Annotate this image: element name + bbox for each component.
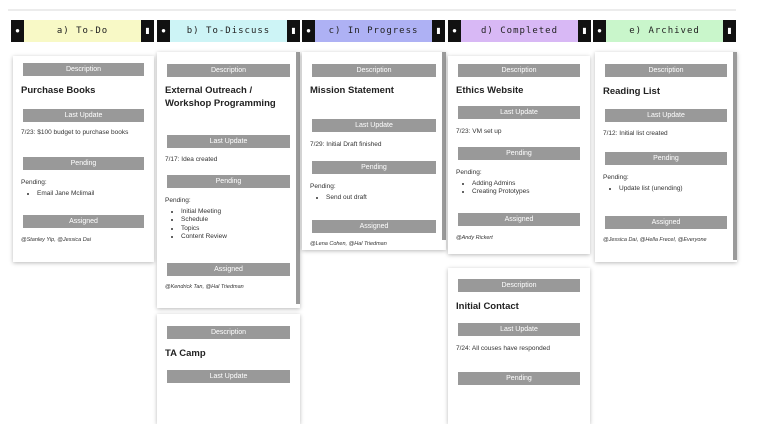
column-title: a) To-Do <box>24 20 141 42</box>
column-header-to-discuss: ● b) To-Discuss ▮ <box>157 20 300 42</box>
pending-section: Pending: Adding Admins Creating Prototyp… <box>456 169 578 197</box>
trash-icon[interactable]: ▮ <box>287 20 300 42</box>
trash-icon[interactable]: ▮ <box>578 20 591 42</box>
pending-item: Email Jane Mclimail <box>37 190 142 199</box>
description-bar: Description <box>458 64 580 77</box>
pin-icon[interactable]: ● <box>593 20 606 42</box>
card-external-outreach[interactable]: Description External Outreach / Workshop… <box>157 52 300 308</box>
assigned-bar: Assigned <box>458 213 580 226</box>
column-title: d) Completed <box>461 20 578 42</box>
pending-list: Update list (unending) <box>603 185 725 194</box>
pending-list: Email Jane Mclimail <box>21 190 142 199</box>
card-scrollbar[interactable] <box>296 52 300 304</box>
pending-bar: Pending <box>312 161 436 174</box>
pending-intro: Pending: <box>165 197 191 204</box>
description-bar: Description <box>458 279 580 292</box>
last-update-bar: Last Update <box>167 370 290 383</box>
assigned-bar: Assigned <box>605 216 727 229</box>
column-header-completed: ● d) Completed ▮ <box>448 20 591 42</box>
pending-list: Initial Meeting Schedule Topics Content … <box>165 208 288 242</box>
pending-item: Send out draft <box>326 194 434 203</box>
card-title: Reading List <box>603 86 661 97</box>
pending-item: Update list (unending) <box>619 185 725 194</box>
card-reading-list[interactable]: Description Reading List Last Update 7/1… <box>595 52 737 262</box>
card-ta-camp[interactable]: Description TA Camp Last Update <box>157 314 300 424</box>
pending-intro: Pending: <box>603 174 629 181</box>
pending-bar: Pending <box>167 175 290 188</box>
assigned-bar: Assigned <box>23 215 144 228</box>
column-header-in-progress: ● c) In Progress ▮ <box>302 20 445 42</box>
pending-bar: Pending <box>458 372 580 385</box>
top-divider <box>8 9 736 11</box>
card-title: External Outreach / Workshop Programming <box>165 85 276 109</box>
pending-list: Adding Admins Creating Prototypes <box>456 180 578 197</box>
assigned-text: @Lena Cohen, @Hal Triedman <box>310 241 387 247</box>
pending-bar: Pending <box>458 147 580 160</box>
last-update-bar: Last Update <box>458 323 580 336</box>
pin-icon[interactable]: ● <box>157 20 170 42</box>
assigned-text: @Stanley Yip, @Jessica Dai <box>21 237 91 243</box>
card-initial-contact[interactable]: Description Initial Contact Last Update … <box>448 268 590 424</box>
pending-item: Schedule <box>181 216 288 225</box>
last-update-text: 7/17: Idea created <box>165 156 218 163</box>
column-header-archived: ● e) Archived ▮ <box>593 20 736 42</box>
card-scrollbar[interactable] <box>442 52 446 240</box>
column-title: c) In Progress <box>315 20 432 42</box>
last-update-text: 7/24: All couses have responded <box>456 345 550 352</box>
pin-icon[interactable]: ● <box>448 20 461 42</box>
description-bar: Description <box>23 63 144 76</box>
trash-icon[interactable]: ▮ <box>723 20 736 42</box>
pending-section: Pending: Email Jane Mclimail <box>21 179 142 198</box>
card-title: Mission Statement <box>310 85 394 96</box>
pending-bar: Pending <box>23 157 144 170</box>
last-update-bar: Last Update <box>312 119 436 132</box>
pending-intro: Pending: <box>310 183 336 190</box>
pending-bar: Pending <box>605 152 727 165</box>
description-bar: Description <box>605 64 727 77</box>
trash-icon[interactable]: ▮ <box>432 20 445 42</box>
pin-icon[interactable]: ● <box>302 20 315 42</box>
description-bar: Description <box>167 326 290 339</box>
assigned-text: @Kendrick Tan, @Hal Triedman <box>165 284 244 290</box>
pending-item: Initial Meeting <box>181 208 288 217</box>
description-bar: Description <box>312 64 436 77</box>
last-update-bar: Last Update <box>605 109 727 122</box>
card-title: Initial Contact <box>456 301 519 312</box>
last-update-text: 7/29: Initial Draft finished <box>310 141 382 148</box>
description-bar: Description <box>167 64 290 77</box>
column-title: b) To-Discuss <box>170 20 287 42</box>
card-purchase-books[interactable]: Description Purchase Books Last Update 7… <box>13 56 154 262</box>
pending-section: Pending: Send out draft <box>310 183 434 202</box>
card-ethics-website[interactable]: Description Ethics Website Last Update 7… <box>448 56 590 254</box>
pending-item: Creating Prototypes <box>472 188 578 197</box>
card-mission-statement[interactable]: Description Mission Statement Last Updat… <box>302 52 446 250</box>
last-update-text: 7/23: VM set up <box>456 128 502 135</box>
assigned-text: @Andy Rickert <box>456 235 493 241</box>
card-title: Purchase Books <box>21 85 96 96</box>
last-update-bar: Last Update <box>167 135 290 148</box>
column-header-todo: ● a) To-Do ▮ <box>11 20 154 42</box>
pending-intro: Pending: <box>21 179 47 186</box>
pending-list: Send out draft <box>310 194 434 203</box>
pending-section: Pending: Initial Meeting Schedule Topics… <box>165 197 288 242</box>
last-update-text: 7/12: Initial list created <box>603 130 668 137</box>
pending-section: Pending: Update list (unending) <box>603 174 725 193</box>
assigned-bar: Assigned <box>312 220 436 233</box>
card-scrollbar[interactable] <box>733 52 737 260</box>
assigned-text: @Jessica Dai, @Hella Frecel, @Everyone <box>603 237 707 243</box>
pin-icon[interactable]: ● <box>11 20 24 42</box>
trash-icon[interactable]: ▮ <box>141 20 154 42</box>
column-title: e) Archived <box>606 20 723 42</box>
pending-item: Adding Admins <box>472 180 578 189</box>
card-title: TA Camp <box>165 348 206 359</box>
last-update-text: 7/23: $100 budget to purchase books <box>21 129 129 136</box>
pending-item: Topics <box>181 225 288 234</box>
last-update-bar: Last Update <box>23 109 144 122</box>
card-title: Ethics Website <box>456 85 524 96</box>
pending-item: Content Review <box>181 233 288 242</box>
last-update-bar: Last Update <box>458 106 580 119</box>
pending-intro: Pending: <box>456 169 482 176</box>
assigned-bar: Assigned <box>167 263 290 276</box>
